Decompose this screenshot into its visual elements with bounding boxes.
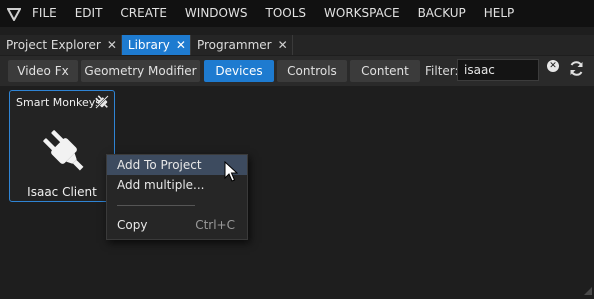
- card-vendor-title: Smart Monkeys: [16, 96, 101, 109]
- menu-edit[interactable]: EDIT: [66, 0, 112, 27]
- filter-content-button[interactable]: Content: [350, 60, 420, 82]
- plug-disconnected-icon: [94, 94, 110, 110]
- close-icon[interactable]: ✕: [107, 38, 117, 52]
- menu-item-label: Add To Project: [117, 158, 202, 172]
- panel-tab-bar: Project Explorer ✕ Library ✕ Programmer …: [0, 35, 594, 55]
- clear-icon[interactable]: ✕: [547, 60, 559, 72]
- menu-bar: FILE EDIT CREATE WINDOWS TOOLS WORKSPACE…: [0, 0, 594, 27]
- tab-project-explorer[interactable]: Project Explorer ✕: [0, 35, 122, 55]
- tab-label: Programmer: [196, 38, 272, 52]
- menu-tools[interactable]: TOOLS: [256, 0, 315, 27]
- library-filter-toolbar: Video Fx Geometry Modifier Devices Contr…: [0, 56, 594, 86]
- filter-label: Filter:: [425, 64, 459, 78]
- card-device-label: Isaac Client: [27, 185, 97, 199]
- menu-create[interactable]: CREATE: [111, 0, 176, 27]
- filter-video-fx-button[interactable]: Video Fx: [8, 60, 78, 82]
- menu-item-label: Copy: [117, 218, 148, 232]
- menu-file[interactable]: FILE: [28, 0, 66, 27]
- menu-workspace[interactable]: WORKSPACE: [315, 0, 409, 27]
- tab-programmer[interactable]: Programmer ✕: [191, 35, 293, 55]
- filter-devices-button[interactable]: Devices: [204, 60, 274, 82]
- filter-geometry-modifier-button[interactable]: Geometry Modifier: [81, 60, 200, 82]
- tab-label: Library: [127, 38, 170, 52]
- menu-item-copy[interactable]: Copy Ctrl+C: [107, 215, 247, 235]
- mouse-cursor-icon: [224, 160, 239, 183]
- plug-icon: [36, 123, 92, 179]
- menu-backup[interactable]: BACKUP: [409, 0, 475, 27]
- filter-search-input[interactable]: [457, 59, 539, 81]
- tab-library[interactable]: Library ✕: [121, 35, 191, 55]
- menu-item-label: Add multiple...: [117, 178, 205, 192]
- filter-controls-button[interactable]: Controls: [277, 60, 347, 82]
- refresh-icon[interactable]: [568, 60, 585, 77]
- resize-grip-icon[interactable]: [584, 280, 592, 295]
- app-logo-icon[interactable]: [0, 0, 28, 27]
- tab-label: Project Explorer: [6, 38, 101, 52]
- close-icon[interactable]: ✕: [278, 38, 288, 52]
- device-card-isaac-client[interactable]: Smart Monkeys Isaac Client: [9, 90, 115, 202]
- menu-windows[interactable]: WINDOWS: [176, 0, 257, 27]
- menu-item-shortcut: Ctrl+C: [195, 218, 235, 232]
- menu-help[interactable]: HELP: [475, 0, 524, 27]
- menu-separator: [117, 205, 195, 206]
- close-icon[interactable]: ✕: [176, 38, 186, 52]
